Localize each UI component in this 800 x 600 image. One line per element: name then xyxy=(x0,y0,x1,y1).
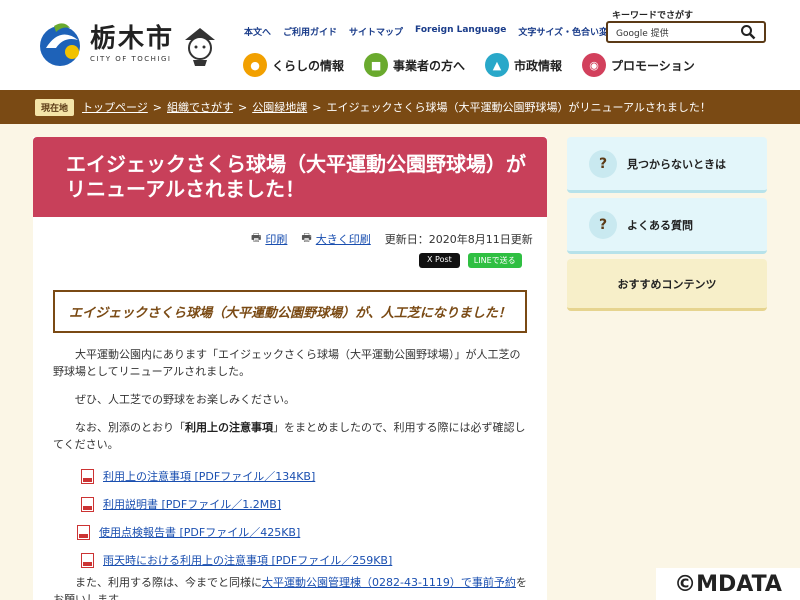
nav-label: 事業者の方へ xyxy=(393,58,466,73)
pdf-link-rainy-day-notes[interactable]: 雨天時における利用上の注意事項 [PDFファイル／259KB] xyxy=(103,552,392,568)
sitemap-link[interactable]: サイトマップ xyxy=(349,25,403,38)
user-guide-link[interactable]: ご利用ガイド xyxy=(283,25,337,38)
site-logo[interactable]: 栃木市 CITY OF TOCHIGI xyxy=(34,18,174,70)
breadcrumb-current: エイジェックさくら球場（大平運動公園野球場）がリニューアルされました！ xyxy=(326,101,711,114)
sidebar-label: 見つからないときは xyxy=(627,157,726,171)
print-link[interactable]: 🖶 印刷 xyxy=(251,229,287,248)
article-tools: 🖶 印刷 🖶 大きく印刷 更新日：2020年8月11日更新 xyxy=(251,229,533,248)
current-location-badge: 現在地 xyxy=(35,98,75,116)
page-title-box: エイジェックさくら球場（大平運動公園野球場）がリニューアルされました！ xyxy=(33,137,547,217)
broadcast-icon: ◉ xyxy=(582,53,607,77)
breadcrumb: 現在地 トップページ > 組織でさがす > 公園緑地課 > エイジェックさくら球… xyxy=(0,90,800,124)
page-title: エイジェックさくら球場（大平運動公園野球場）がリニューアルされました！ xyxy=(66,152,526,201)
utility-links: 本文へ ご利用ガイド サイトマップ Foreign Language 文字サイズ… xyxy=(244,25,617,38)
briefcase-icon: ■ xyxy=(364,53,389,77)
subheading-text: エイジェックさくら球場（大平運動公園野球場）が、人工芝になりました！ xyxy=(69,306,511,321)
paragraph-notice: なお、別添のとおり「利用上の注意事項」をまとめましたので、利用する際には必ず確認… xyxy=(53,421,526,451)
search-question-icon: ? xyxy=(589,149,617,178)
paragraph-reservation: また、利用する際は、今までと同様に大平運動公園管理棟（0282-43-1119）… xyxy=(53,576,527,600)
nav-label: 市政情報 xyxy=(514,58,563,73)
family-icon: ● xyxy=(243,53,267,77)
people-icon: ▲ xyxy=(485,53,510,77)
breadcrumb-separator: > xyxy=(152,100,163,114)
breadcrumb-top[interactable]: トップページ xyxy=(82,99,148,115)
updated-date: 更新日：2020年8月11日更新 xyxy=(384,232,533,246)
printer-icon: 🖶 xyxy=(301,231,312,244)
print-label[interactable]: 印刷 xyxy=(265,231,287,247)
skip-to-content-link[interactable]: 本文へ xyxy=(244,25,271,38)
pdf-icon xyxy=(81,496,94,512)
watermark: ©MDATA xyxy=(656,568,800,600)
pdf-link-inspection-report[interactable]: 使用点検報告書 [PDFファイル／425KB] xyxy=(99,524,300,540)
sidebar-not-found[interactable]: ? 見つからないときは xyxy=(567,137,767,193)
nav-business[interactable]: ■ 事業者の方へ xyxy=(364,53,465,77)
x-post-button[interactable]: X Post xyxy=(419,253,460,268)
nav-label: プロモーション xyxy=(611,58,695,73)
reservation-link[interactable]: 大平運動公園管理棟（0282-43-1119）で事前予約 xyxy=(262,576,516,589)
sidebar-faq[interactable]: ? よくある質問 xyxy=(567,198,767,254)
article: エイジェックさくら球場（大平運動公園野球場）がリニューアルされました！ 🖶 印刷… xyxy=(33,137,547,600)
search-label: キーワードでさがす xyxy=(612,11,694,21)
sidebar-label: おすすめコンテンツ xyxy=(617,277,717,291)
large-print-label[interactable]: 大きく印刷 xyxy=(316,231,371,247)
pdf-icon xyxy=(77,524,90,540)
city-emblem-icon xyxy=(40,23,80,66)
pdf-link-usage-notes[interactable]: 利用上の注意事項 [PDFファイル／134KB] xyxy=(103,468,315,484)
mascot-icon xyxy=(185,28,215,66)
pdf-icon xyxy=(81,468,94,484)
breadcrumb-dept[interactable]: 公園緑地課 xyxy=(252,99,307,115)
breadcrumb-org[interactable]: 組織でさがす xyxy=(167,99,233,115)
line-share-button[interactable]: LINEで送る xyxy=(467,253,522,268)
logo-subtitle: CITY OF TOCHIGI xyxy=(90,55,172,63)
breadcrumb-separator: > xyxy=(238,100,248,114)
large-print-link[interactable]: 🖶 大きく印刷 xyxy=(301,229,370,248)
foreign-language-link[interactable]: Foreign Language xyxy=(415,25,506,38)
paragraph-intro: 大平運動公園内にあります「エイジェックさくら球場（大平運動公園野球場）」が人工芝… xyxy=(53,348,521,378)
search-placeholder: Google 提供 xyxy=(616,29,669,39)
pdf-link-manual[interactable]: 利用説明書 [PDFファイル／1.2MB] xyxy=(103,496,281,512)
attachment-list: 利用上の注意事項 [PDFファイル／134KB] 利用説明書 [PDFファイル／… xyxy=(77,462,392,574)
sidebar-recommended[interactable]: おすすめコンテンツ xyxy=(567,259,767,311)
paragraph-enjoy: ぜひ、人工芝での野球をお楽しみください。 xyxy=(75,393,295,406)
list-item: 雨天時における利用上の注意事項 [PDFファイル／259KB] xyxy=(81,546,392,574)
sidebar-label: よくある質問 xyxy=(627,218,693,232)
nav-label: くらしの情報 xyxy=(272,58,345,73)
nav-promotion[interactable]: ◉ プロモーション xyxy=(582,53,695,77)
printer-icon: 🖶 xyxy=(251,231,262,244)
search-input[interactable]: Google 提供 xyxy=(606,21,766,43)
article-subheading: エイジェックさくら球場（大平運動公園野球場）が、人工芝になりました！ xyxy=(53,290,527,333)
list-item: 利用上の注意事項 [PDFファイル／134KB] xyxy=(81,462,392,490)
list-item: 利用説明書 [PDFファイル／1.2MB] xyxy=(81,490,392,518)
nav-living-info[interactable]: ● くらしの情報 xyxy=(243,53,344,77)
faq-icon: ? xyxy=(589,210,617,239)
main-navigation: ● くらしの情報 ■ 事業者の方へ ▲ 市政情報 ◉ プロモーション xyxy=(243,53,715,77)
pdf-icon xyxy=(81,552,94,568)
search-icon[interactable] xyxy=(740,24,756,40)
site-header: 栃木市 CITY OF TOCHIGI 本文へ ご利用ガイド サイトマップ Fo… xyxy=(0,0,800,90)
breadcrumb-separator: > xyxy=(312,100,322,114)
social-share: X Post LINEで送る xyxy=(419,253,522,268)
nav-city-admin[interactable]: ▲ 市政情報 xyxy=(485,53,562,77)
logo-city-name: 栃木市 xyxy=(90,24,175,54)
list-item: 使用点検報告書 [PDFファイル／425KB] xyxy=(77,518,392,546)
text-size-color-link[interactable]: 文字サイズ・色合い変更 xyxy=(518,25,617,38)
